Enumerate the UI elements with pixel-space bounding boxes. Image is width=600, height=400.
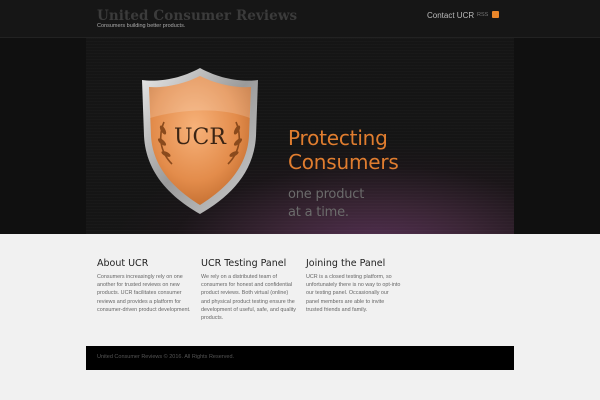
shield-laurel-icon: UCR [142,68,258,214]
site-title[interactable]: United Consumer Reviews [97,8,297,24]
section-joining-panel: Joining the Panel UCR is a closed testin… [306,258,402,314]
hero-heading-line-2: Consumers [288,150,399,174]
section-title: UCR Testing Panel [201,258,287,269]
section-about: About UCR Consumers increasingly rely on… [97,258,195,314]
footer-copyright: United Consumer Reviews © 2016. All Righ… [97,354,235,360]
site-header: United Consumer Reviews Consumers buildi… [0,0,600,38]
nav-link-rss[interactable]: RSS [477,12,488,18]
section-body: UCR is a closed testing platform, so unf… [306,274,401,313]
section-title: Joining the Panel [306,258,386,269]
nav-link-contact[interactable]: Contact UCR [427,11,474,20]
hero-panel: UCR Protecting Consumers one product at … [86,38,514,234]
section-body: Consumers increasingly rely on one anoth… [97,274,191,313]
hero-heading-line-1: Protecting [288,126,388,150]
hero-heading: Protecting Consumers [288,126,488,174]
hero-subheading: one product at a time. [288,186,488,222]
hero-banner: UCR Protecting Consumers one product at … [0,38,600,234]
hero-subheading-line-1: one product [288,187,365,202]
shield-text: UCR [174,125,227,150]
site-footer: United Consumer Reviews © 2016. All Righ… [86,346,514,370]
site-tagline: Consumers building better products. [97,23,186,29]
hero-subheading-line-2: at a time. [288,205,349,220]
section-testing-panel: UCR Testing Panel We rely on a distribut… [201,258,297,322]
section-body: We rely on a distributed team of consume… [201,274,296,322]
section-title: About UCR [97,258,149,269]
rss-icon[interactable] [492,11,499,18]
